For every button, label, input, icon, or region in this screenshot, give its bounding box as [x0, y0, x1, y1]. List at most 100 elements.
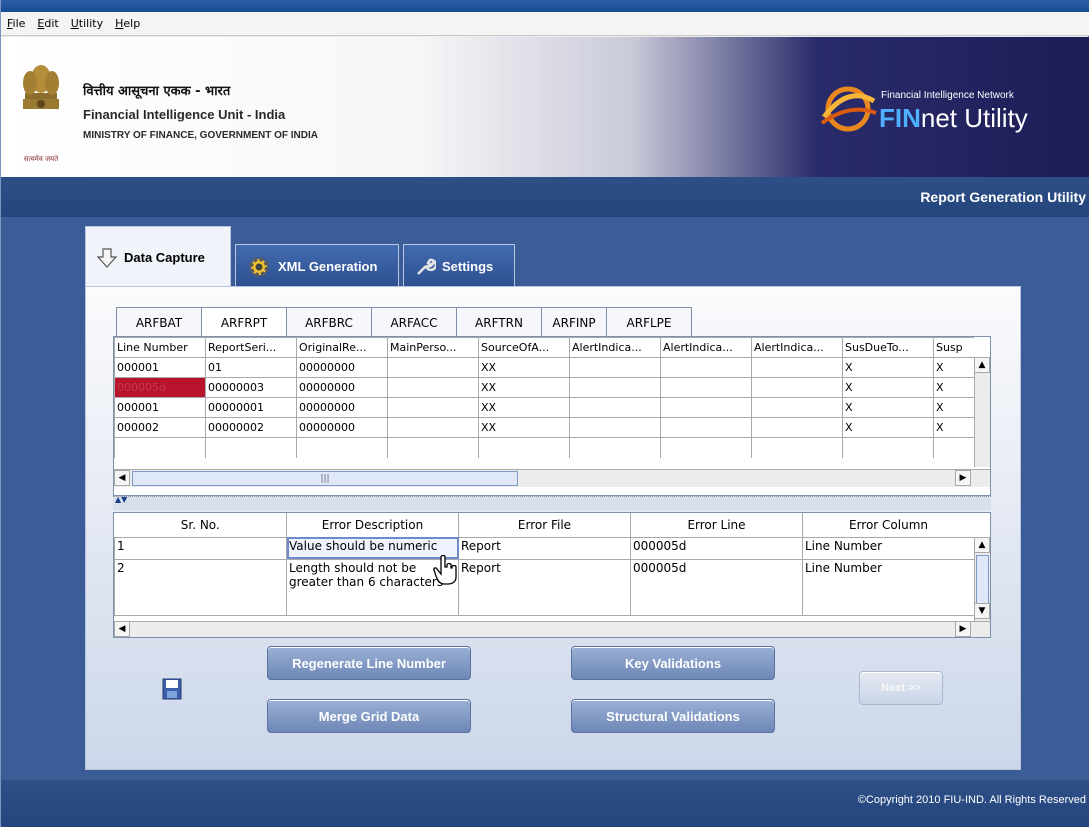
tab-xml-generation[interactable]: XML Generation	[235, 244, 399, 288]
error-column-header[interactable]: Error Description	[286, 513, 459, 538]
table-cell[interactable]: 00000003	[205, 377, 297, 398]
table-cell[interactable]: X	[842, 357, 934, 378]
table-cell[interactable]: 00000001	[205, 397, 297, 418]
report-column-header[interactable]: SusDueTo...	[842, 337, 934, 358]
tab-settings[interactable]: Settings	[403, 244, 515, 288]
table-row[interactable]: 000005d 00000003 00000000 XX X X	[114, 377, 974, 398]
subtab-arfbrc[interactable]: ARFBRC	[286, 307, 372, 337]
report-grid-vscrollbar[interactable]: ▲	[974, 357, 990, 467]
subtab-arflpe[interactable]: ARFLPE	[606, 307, 692, 337]
table-cell[interactable]: XX	[478, 417, 570, 438]
table-row[interactable]: 1 Value should be numeric Report 000005d Lin…	[114, 536, 974, 560]
report-column-header[interactable]: AlertIndica...	[751, 337, 843, 358]
scroll-left-icon[interactable]: ◀	[114, 470, 130, 486]
menu-help[interactable]: Help	[115, 17, 140, 30]
key-validations-button[interactable]: Key Validations	[571, 646, 775, 680]
table-cell[interactable]: 000002	[114, 417, 206, 438]
table-cell[interactable]: 000005d	[630, 558, 803, 616]
regenerate-line-number-button[interactable]: Regenerate Line Number	[267, 646, 471, 680]
menu-utility[interactable]: Utility	[71, 17, 103, 30]
table-cell[interactable]: 00000000	[296, 417, 388, 438]
menu-edit[interactable]: Edit	[37, 17, 58, 30]
report-grid-hscrollbar[interactable]: ◀ ||| ▶	[114, 469, 990, 487]
table-cell[interactable]: X	[842, 397, 934, 418]
report-column-header[interactable]: AlertIndica...	[569, 337, 661, 358]
error-column-header[interactable]: Sr. No.	[114, 513, 287, 538]
table-cell[interactable]: XX	[478, 397, 570, 418]
table-cell[interactable]	[569, 417, 661, 438]
tab-data-capture[interactable]: Data Capture	[85, 226, 231, 288]
table-row[interactable]: 000002 00000002 00000000 XX X X	[114, 417, 974, 438]
table-cell[interactable]: 000005d	[630, 536, 803, 560]
splitter-arrows-icon[interactable]: ▲▼	[115, 495, 127, 504]
scroll-down-icon[interactable]: ▼	[974, 603, 990, 619]
error-grid-hscrollbar[interactable]: ◀ ▶	[114, 621, 990, 637]
table-cell[interactable]: X	[933, 357, 974, 378]
table-row[interactable]: 000001 00000001 00000000 XX X X	[114, 397, 974, 418]
table-cell[interactable]: XX	[478, 357, 570, 378]
table-cell[interactable]	[387, 397, 479, 418]
merge-grid-data-button[interactable]: Merge Grid Data	[267, 699, 471, 733]
subtab-arfbat[interactable]: ARFBAT	[116, 307, 202, 337]
table-cell[interactable]	[660, 417, 752, 438]
table-cell[interactable]: 1	[114, 536, 287, 560]
report-column-header[interactable]: ReportSeri...	[205, 337, 297, 358]
next-button[interactable]: Next >>	[859, 671, 943, 705]
save-icon[interactable]	[162, 678, 182, 700]
table-cell[interactable]	[569, 357, 661, 378]
table-cell[interactable]: XX	[478, 377, 570, 398]
table-cell[interactable]	[660, 377, 752, 398]
error-grid-vscrollbar[interactable]: ▲ ▼	[974, 537, 990, 621]
report-column-header[interactable]: SourceOfA...	[478, 337, 570, 358]
table-cell[interactable]: X	[842, 417, 934, 438]
subtab-arftrn[interactable]: ARFTRN	[456, 307, 542, 337]
table-cell[interactable]: 00000000	[296, 357, 388, 378]
table-cell[interactable]: 00000002	[205, 417, 297, 438]
table-cell[interactable]: 000001	[114, 357, 206, 378]
report-column-header[interactable]: Susp	[933, 337, 974, 358]
report-column-header[interactable]: MainPerso...	[387, 337, 479, 358]
error-column-header[interactable]: Error Column	[802, 513, 974, 538]
subtab-arfinp[interactable]: ARFINP	[541, 307, 607, 337]
table-cell[interactable]: X	[842, 377, 934, 398]
table-cell[interactable]	[751, 377, 843, 398]
table-cell[interactable]: X	[933, 377, 974, 398]
scroll-right-icon[interactable]: ▶	[955, 470, 971, 486]
error-column-header[interactable]: Error File	[458, 513, 631, 538]
table-cell[interactable]: 00000000	[296, 377, 388, 398]
table-row[interactable]: 000001 01 00000000 XX X X	[114, 357, 974, 378]
scroll-up-icon[interactable]: ▲	[974, 357, 990, 373]
table-cell[interactable]: 2	[114, 558, 287, 616]
table-cell[interactable]	[387, 377, 479, 398]
table-cell[interactable]: Report	[458, 536, 631, 560]
table-cell[interactable]: Report	[458, 558, 631, 616]
subtab-arfrpt[interactable]: ARFRPT	[201, 307, 287, 337]
report-column-header[interactable]: Line Number	[114, 337, 206, 358]
vscroll-thumb[interactable]	[976, 555, 989, 605]
table-cell[interactable]	[660, 357, 752, 378]
table-cell[interactable]: 000001	[114, 397, 206, 418]
table-cell[interactable]	[387, 417, 479, 438]
table-cell[interactable]	[751, 357, 843, 378]
table-cell[interactable]	[660, 397, 752, 418]
table-cell[interactable]	[751, 417, 843, 438]
error-cell[interactable]: 000005d	[114, 377, 206, 398]
report-column-header[interactable]: AlertIndica...	[660, 337, 752, 358]
table-row[interactable]: 2 Length should not be greater than 6 cha…	[114, 558, 974, 616]
grid-splitter[interactable]: ▲▼	[113, 495, 991, 510]
scroll-right-icon[interactable]: ▶	[955, 621, 971, 637]
table-cell[interactable]: 00000000	[296, 397, 388, 418]
hscroll-thumb[interactable]: |||	[132, 471, 518, 486]
report-column-header[interactable]: OriginalRe...	[296, 337, 388, 358]
table-cell[interactable]	[569, 377, 661, 398]
error-column-header[interactable]: Error Line	[630, 513, 803, 538]
scroll-up-icon[interactable]: ▲	[974, 537, 990, 553]
table-cell[interactable]	[569, 397, 661, 418]
table-cell[interactable]: Line Number	[802, 558, 974, 616]
table-cell[interactable]	[387, 357, 479, 378]
structural-validations-button[interactable]: Structural Validations	[571, 699, 775, 733]
table-cell[interactable]: X	[933, 397, 974, 418]
table-cell[interactable]	[751, 397, 843, 418]
subtab-arfacc[interactable]: ARFACC	[371, 307, 457, 337]
menu-file[interactable]: File	[7, 17, 25, 30]
